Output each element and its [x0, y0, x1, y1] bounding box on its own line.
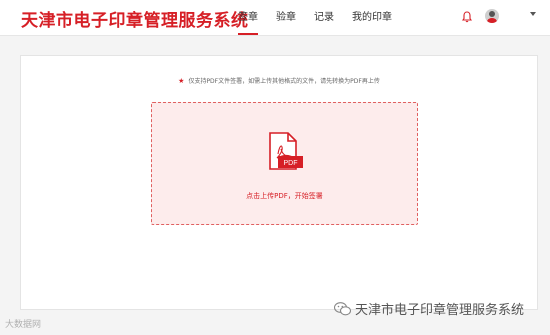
watermark-right: 天津市电子印章管理服务系统 [334, 299, 524, 318]
wechat-icon [334, 301, 351, 315]
pdf-badge-label: PDF [284, 160, 298, 167]
bell-icon[interactable] [461, 11, 473, 23]
pdf-upload-zone[interactable]: PDF 点击上传PDF，开始签署 [151, 102, 418, 225]
notice-text: 仅支持PDF文件签署，如需上传其他格式的文件，请先转换为PDF再上传 [188, 78, 380, 85]
upload-prompt: 点击上传PDF，开始签署 [246, 192, 323, 200]
main-nav: 签章 验章 记录 我的印章 [238, 0, 410, 36]
nav-tab-my-seals[interactable]: 我的印章 [352, 0, 392, 36]
app-title: 天津市电子印章管理服务系统 [21, 11, 249, 31]
sign-card: ★ 仅支持PDF文件签署，如需上传其他格式的文件，请先转换为PDF再上传 PDF … [20, 55, 538, 310]
watermark-left: 大数据网 [5, 320, 42, 330]
nav-tab-sign[interactable]: 签章 [238, 0, 258, 36]
required-star: ★ [178, 77, 185, 85]
watermark-right-text: 天津市电子印章管理服务系统 [355, 303, 525, 318]
chevron-down-icon[interactable] [530, 12, 536, 16]
avatar[interactable] [485, 9, 499, 23]
upload-notice: ★ 仅支持PDF文件签署，如需上传其他格式的文件，请先转换为PDF再上传 [21, 76, 537, 85]
top-header: 天津市电子印章管理服务系统 签章 验章 记录 我的印章 [0, 0, 550, 36]
nav-tab-records[interactable]: 记录 [314, 0, 334, 36]
nav-tab-verify[interactable]: 验章 [276, 0, 296, 36]
pdf-file-icon: PDF [269, 132, 303, 170]
